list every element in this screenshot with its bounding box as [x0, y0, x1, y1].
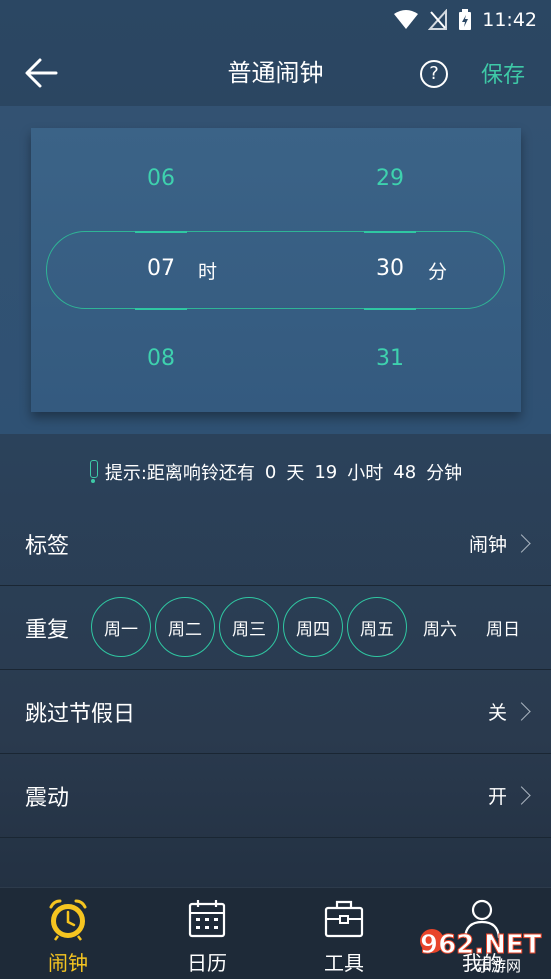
save-button[interactable]: 保存 — [481, 57, 525, 89]
vibrate-row[interactable]: 震动 开 — [0, 754, 551, 838]
repeat-row: 重复 周一 周二 周三 周四 周五 周六 周日 — [0, 586, 551, 670]
page-title: 普通闹钟 — [227, 59, 324, 87]
vibrate-title: 震动 — [25, 785, 70, 811]
label-row[interactable]: 标签 闹钟 — [0, 502, 551, 586]
skip-holidays-title: 跳过节假日 — [25, 701, 136, 727]
chevron-right-icon — [519, 785, 531, 807]
hour-prev[interactable]: 06 — [135, 166, 187, 191]
skip-holidays-row[interactable]: 跳过节假日 关 — [0, 670, 551, 754]
tab-tools-label: 工具 — [324, 951, 364, 975]
time-picker[interactable]: 06 07 时 08 29 30 分 31 — [31, 128, 521, 412]
minute-selected[interactable]: 30 — [364, 256, 416, 281]
hour-unit: 时 — [198, 261, 218, 283]
hint-days-unit: 天 — [286, 463, 305, 484]
no-signal-icon — [428, 9, 448, 31]
hour-next[interactable]: 08 — [135, 346, 187, 371]
hint-minutes: 48 — [393, 461, 417, 483]
back-arrow-icon — [25, 58, 58, 88]
chevron-right-icon — [519, 701, 531, 723]
minute-prev[interactable]: 29 — [364, 166, 416, 191]
tab-alarm-label: 闹钟 — [48, 951, 88, 975]
minute-next[interactable]: 31 — [364, 346, 416, 371]
hint-hours: 19 — [314, 461, 338, 483]
label-row-title: 标签 — [25, 533, 70, 559]
minute-unit: 分 — [428, 261, 448, 283]
repeat-row-title: 重复 — [25, 617, 70, 643]
hour-selected[interactable]: 07 — [135, 256, 187, 281]
repeat-day-fri[interactable]: 周五 — [347, 597, 407, 657]
help-icon[interactable]: ? — [420, 60, 448, 88]
time-picker-area: 06 07 时 08 29 30 分 31 — [0, 106, 551, 434]
repeat-day-mon[interactable]: 周一 — [91, 597, 151, 657]
countdown-hint: 提示:距离响铃还有 0 天 19 小时 48 分钟 — [0, 455, 551, 489]
status-bar: 11:42 — [0, 0, 551, 40]
app-header: 普通闹钟 ? 保存 — [0, 40, 551, 106]
hour-divider-bottom — [135, 308, 187, 310]
tab-alarm[interactable]: 闹钟 — [18, 898, 118, 976]
repeat-day-sun[interactable]: 周日 — [473, 597, 533, 657]
vibrate-value: 开 — [487, 786, 507, 808]
toolbox-icon — [324, 900, 364, 938]
status-time: 11:42 — [482, 9, 537, 31]
watermark-subtext: 乐游网 — [476, 957, 521, 975]
repeat-day-tue[interactable]: 周二 — [155, 597, 215, 657]
battery-charging-icon — [458, 9, 472, 31]
calendar-icon — [188, 900, 226, 938]
back-button[interactable] — [24, 56, 60, 90]
repeat-day-thu[interactable]: 周四 — [283, 597, 343, 657]
hint-prefix: 提示:距离响铃还有 — [104, 463, 255, 484]
watermark-text: 962.NET — [420, 930, 542, 960]
tab-calendar[interactable]: 日历 — [157, 898, 257, 976]
hour-divider-top — [135, 231, 187, 233]
watermark-logo: 962.NET 乐游网 — [418, 923, 548, 975]
tab-calendar-label: 日历 — [187, 951, 227, 975]
minute-divider-bottom — [364, 308, 416, 310]
repeat-day-wed[interactable]: 周三 — [219, 597, 279, 657]
repeat-day-sat[interactable]: 周六 — [410, 597, 470, 657]
hint-minutes-unit: 分钟 — [426, 463, 463, 484]
wifi-icon — [394, 10, 419, 30]
alarm-clock-icon — [49, 899, 87, 941]
minute-divider-top — [364, 231, 416, 233]
tab-tools[interactable]: 工具 — [294, 898, 394, 976]
hint-days: 0 — [264, 461, 277, 483]
label-row-value: 闹钟 — [468, 534, 507, 556]
warning-icon — [89, 460, 98, 484]
chevron-right-icon — [519, 533, 531, 555]
skip-holidays-value: 关 — [487, 702, 507, 724]
hint-hours-unit: 小时 — [347, 463, 384, 484]
